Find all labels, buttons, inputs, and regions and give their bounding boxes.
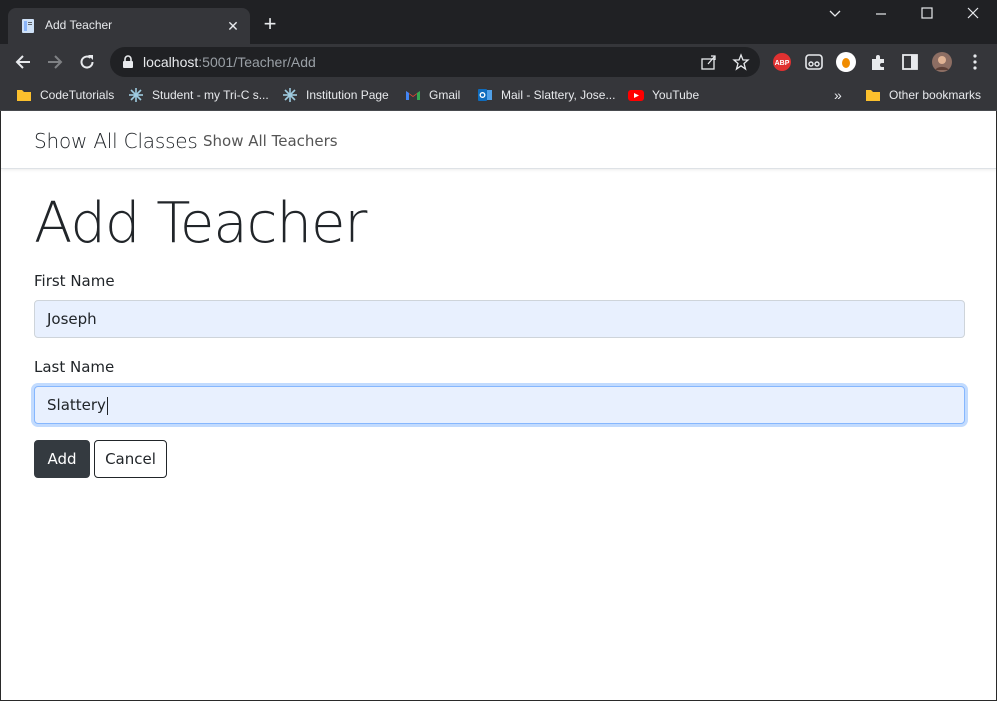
bookmarks-bar: CodeTutorials Student - my Tri-C s... In… — [0, 80, 997, 111]
close-tab-icon[interactable]: ✕ — [224, 17, 242, 35]
text-caret — [106, 396, 108, 415]
nav-link-show-all-teachers[interactable]: Show All Teachers — [203, 132, 338, 150]
nav-brand-show-all-classes[interactable]: Show All Classes — [34, 129, 198, 153]
tab-search-chevron-icon[interactable] — [820, 6, 850, 26]
cancel-button[interactable]: Cancel — [94, 440, 167, 478]
maximize-icon[interactable] — [912, 6, 942, 26]
side-panel-icon[interactable] — [899, 51, 921, 73]
adblock-icon[interactable]: ABP — [771, 51, 793, 73]
outlook-icon — [478, 89, 492, 101]
new-tab-button[interactable]: + — [260, 13, 280, 35]
bookmark-institution-page[interactable]: Institution Page — [282, 85, 389, 105]
more-menu-icon[interactable] — [964, 51, 986, 73]
add-button[interactable]: Add — [34, 440, 90, 478]
puzzle-extensions-icon[interactable] — [867, 51, 889, 73]
forward-arrow-icon[interactable] — [45, 52, 65, 72]
bookmark-gmail[interactable]: Gmail — [405, 85, 460, 105]
reload-icon[interactable] — [77, 52, 97, 72]
bookmark-student[interactable]: Student - my Tri-C s... — [128, 85, 269, 105]
bookmark-youtube[interactable]: YouTube — [628, 85, 699, 105]
page-content: Show All Classes Show All Teachers Add T… — [0, 111, 997, 701]
profile-avatar[interactable] — [931, 51, 953, 73]
tab-title: Add Teacher — [45, 18, 113, 32]
snowflake-icon — [129, 88, 143, 102]
bookmark-mail-slattery[interactable]: Mail - Slattery, Jose... — [477, 85, 615, 105]
site-navbar: Show All Classes Show All Teachers — [1, 111, 996, 169]
browser-tab[interactable]: Add Teacher ✕ — [8, 8, 250, 44]
last-name-label: Last Name — [34, 358, 115, 376]
extension-honey-icon[interactable] — [835, 51, 857, 73]
bookmark-codetutorials[interactable]: CodeTutorials — [16, 85, 114, 105]
last-name-value: Slattery — [47, 396, 106, 414]
star-icon[interactable] — [732, 53, 750, 71]
browser-toolbar: localhost:5001/Teacher/Add ABP — [0, 44, 997, 80]
first-name-label: First Name — [34, 272, 115, 290]
last-name-input[interactable]: Slattery — [34, 386, 965, 424]
folder-icon — [17, 90, 31, 101]
page-title: Add Teacher — [34, 191, 367, 256]
svg-text:ABP: ABP — [775, 60, 790, 67]
extension-glasses-icon[interactable] — [803, 51, 825, 73]
url-text: localhost:5001/Teacher/Add — [143, 54, 316, 70]
minimize-icon[interactable] — [866, 6, 896, 26]
gmail-icon — [406, 91, 420, 100]
other-bookmarks[interactable]: Other bookmarks — [865, 85, 981, 105]
snowflake-icon — [283, 88, 297, 102]
browser-titlebar: Add Teacher ✕ + — [0, 0, 997, 44]
document-icon — [22, 19, 34, 33]
close-window-icon[interactable] — [958, 6, 988, 26]
youtube-icon — [628, 90, 644, 101]
address-bar[interactable]: localhost:5001/Teacher/Add — [110, 47, 760, 77]
back-arrow-icon[interactable] — [13, 52, 33, 72]
share-icon[interactable] — [700, 53, 718, 71]
folder-icon — [866, 90, 880, 101]
first-name-value: Joseph — [47, 310, 97, 328]
bookmarks-overflow-chevron[interactable]: » — [834, 85, 842, 105]
first-name-input[interactable]: Joseph — [34, 300, 965, 338]
lock-icon[interactable] — [122, 55, 134, 69]
